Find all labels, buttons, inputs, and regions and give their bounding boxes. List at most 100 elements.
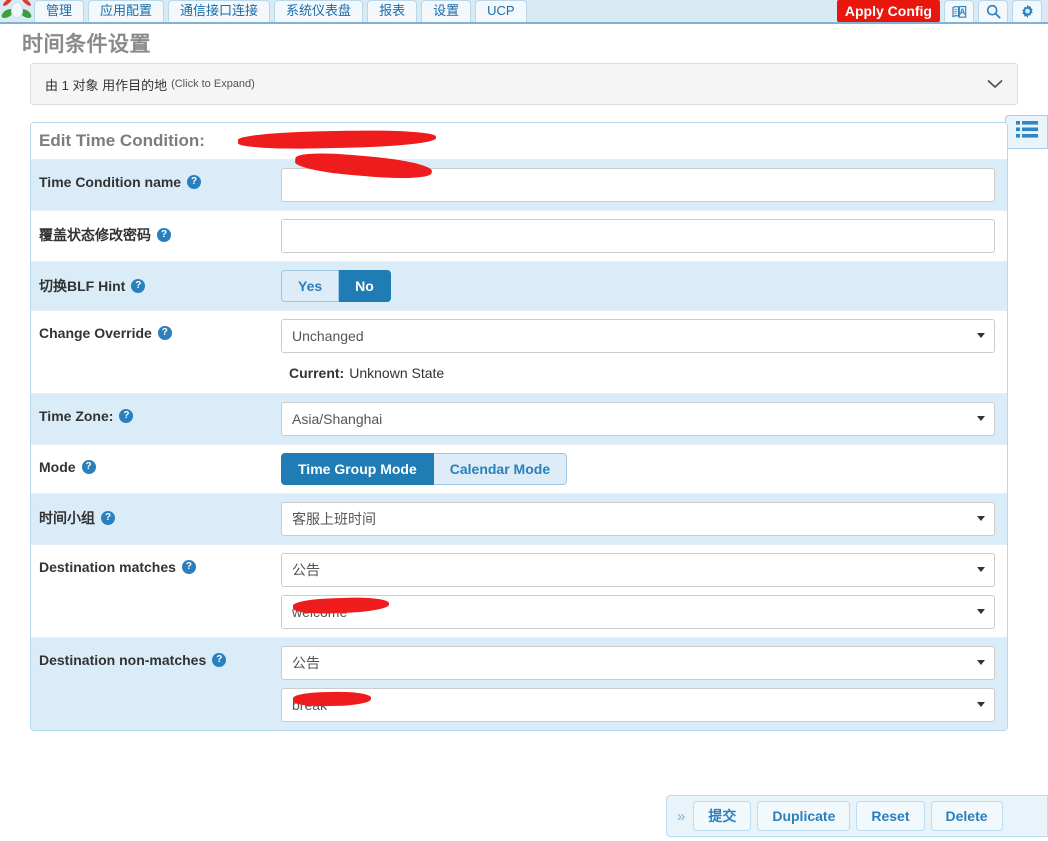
- help-icon[interactable]: ?: [101, 511, 115, 525]
- destination-non-matches-category-select[interactable]: 公告: [281, 646, 995, 680]
- change-override-value: Unchanged: [292, 328, 364, 344]
- destination-matches-category-value: 公告: [292, 562, 320, 578]
- label-text: 时间小组: [39, 510, 95, 526]
- current-state-value: Unknown State: [349, 365, 445, 381]
- freepbx-logo-icon[interactable]: [0, 0, 34, 22]
- settings-button[interactable]: [1012, 0, 1042, 22]
- row-mode: Mode ? Time Group Mode Calendar Mode: [31, 444, 1007, 493]
- destination-non-matches-target-value: break: [292, 697, 328, 713]
- duplicate-button[interactable]: Duplicate: [757, 801, 851, 831]
- delete-button[interactable]: Delete: [930, 801, 1003, 831]
- help-icon[interactable]: ?: [157, 228, 171, 242]
- label-destination-matches: Destination matches ?: [31, 553, 281, 575]
- nav-tab-connectivity[interactable]: 通信接口连接: [168, 0, 271, 22]
- list-icon: [1015, 121, 1038, 143]
- redaction-mark-header: [237, 128, 437, 151]
- help-icon[interactable]: ?: [181, 560, 196, 574]
- panel-header-label: Edit Time Condition:: [39, 131, 205, 150]
- expander-label: 由 1 对象 用作目的地: [45, 77, 168, 93]
- mode-toggle: Time Group Mode Calendar Mode: [281, 453, 995, 485]
- nav-tab-dashboard[interactable]: 系统仪表盘: [274, 0, 364, 22]
- label-text: Time Condition name: [39, 174, 182, 190]
- help-icon[interactable]: ?: [131, 279, 146, 293]
- submit-button[interactable]: 提交: [693, 801, 752, 831]
- label-blf-hint: 切换BLF Hint ?: [31, 270, 281, 296]
- label-text: Change Override: [39, 325, 152, 341]
- label-destination-non-matches: Destination non-matches ?: [31, 646, 281, 668]
- current-state-line: Current: Unknown State: [31, 353, 1007, 393]
- gear-icon: [1020, 4, 1035, 19]
- edit-time-condition-panel: Edit Time Condition: Time Condition name…: [30, 122, 1008, 731]
- label-text: Time Zone:: [39, 408, 114, 424]
- row-override-password: 覆盖状态修改密码 ?: [31, 210, 1007, 261]
- blf-hint-yes-button[interactable]: Yes: [281, 270, 340, 302]
- label-change-override: Change Override ?: [31, 319, 281, 341]
- nav-tabs: 管理 应用配置 通信接口连接 系统仪表盘 报表 设置 UCP: [34, 0, 527, 22]
- page-title: 时间条件设置: [22, 33, 151, 56]
- label-override-password: 覆盖状态修改密码 ?: [31, 219, 281, 245]
- language-translate-icon: A: [951, 5, 967, 19]
- nav-tab-applications[interactable]: 应用配置: [88, 0, 165, 22]
- search-button[interactable]: [978, 0, 1008, 22]
- time-zone-value: Asia/Shanghai: [292, 411, 383, 427]
- nav-tab-reports[interactable]: 报表: [367, 0, 418, 22]
- mode-time-group-button[interactable]: Time Group Mode: [281, 453, 434, 485]
- label-text: Destination non-matches: [39, 652, 207, 668]
- help-icon[interactable]: ?: [81, 460, 96, 474]
- label-text: Destination matches: [39, 559, 176, 575]
- label-time-condition-name: Time Condition name ?: [31, 168, 281, 190]
- label-text: 切换BLF Hint: [39, 278, 126, 294]
- used-as-destination-expander[interactable]: 由 1 对象 用作目的地 (Click to Expand): [30, 63, 1018, 105]
- destination-non-matches-target-select[interactable]: break: [281, 688, 995, 722]
- search-icon: [986, 4, 1001, 19]
- help-icon[interactable]: ?: [212, 653, 227, 667]
- row-change-override: Change Override ? Unchanged: [31, 310, 1007, 353]
- apply-config-button[interactable]: Apply Config: [836, 0, 940, 22]
- chevron-down-icon: [977, 567, 985, 572]
- override-password-input[interactable]: [281, 219, 995, 253]
- list-panel-toggle[interactable]: [996, 115, 1048, 149]
- label-text: Mode: [39, 459, 76, 475]
- expand-actions-icon[interactable]: »: [675, 808, 687, 825]
- chevron-down-icon: [987, 76, 1003, 92]
- row-blf-hint: 切换BLF Hint ? Yes No: [31, 261, 1007, 310]
- destination-non-matches-category-value: 公告: [292, 655, 320, 671]
- label-mode: Mode ?: [31, 453, 281, 475]
- row-destination-non-matches: Destination non-matches ? 公告 break: [31, 637, 1007, 730]
- form-action-bar: » 提交 Duplicate Reset Delete: [666, 795, 1048, 837]
- nav-tab-ucp[interactable]: UCP: [475, 0, 527, 22]
- chevron-down-icon: [977, 333, 985, 338]
- language-translate-button[interactable]: A: [944, 0, 974, 22]
- current-state-label: Current:: [289, 365, 345, 381]
- reset-button[interactable]: Reset: [856, 801, 925, 831]
- help-icon[interactable]: ?: [119, 409, 134, 423]
- time-zone-select[interactable]: Asia/Shanghai: [281, 402, 995, 436]
- time-group-select[interactable]: 客服上班时间: [281, 502, 995, 536]
- chevron-down-icon: [977, 702, 985, 707]
- chevron-down-icon: [977, 609, 985, 614]
- row-time-group: 时间小组 ? 客服上班时间: [31, 493, 1007, 544]
- destination-matches-target-select[interactable]: welcome: [281, 595, 995, 629]
- nav-tab-settings[interactable]: 设置: [421, 0, 472, 22]
- time-group-value: 客服上班时间: [292, 511, 376, 527]
- help-icon[interactable]: ?: [157, 326, 172, 340]
- chevron-down-icon: [977, 660, 985, 665]
- blf-hint-toggle: Yes No: [281, 270, 995, 302]
- destination-matches-category-select[interactable]: 公告: [281, 553, 995, 587]
- nav-tab-admin[interactable]: 管理: [34, 0, 85, 22]
- top-navbar: 管理 应用配置 通信接口连接 系统仪表盘 报表 设置 UCP Apply Con…: [0, 0, 1048, 24]
- time-condition-name-input[interactable]: [281, 168, 995, 202]
- blf-hint-no-button[interactable]: No: [339, 270, 391, 302]
- change-override-select[interactable]: Unchanged: [281, 319, 995, 353]
- chevron-down-icon: [977, 516, 985, 521]
- panel-header: Edit Time Condition:: [31, 123, 1007, 159]
- help-icon[interactable]: ?: [187, 175, 202, 189]
- svg-text:A: A: [959, 7, 965, 16]
- label-text: 覆盖状态修改密码: [39, 227, 151, 243]
- mode-calendar-button[interactable]: Calendar Mode: [433, 453, 568, 485]
- row-destination-matches: Destination matches ? 公告 welcome: [31, 544, 1007, 637]
- expander-hint: (Click to Expand): [171, 78, 255, 90]
- navbar-right-group: Apply Config A: [836, 0, 1048, 22]
- row-time-zone: Time Zone: ? Asia/Shanghai: [31, 393, 1007, 444]
- chevron-down-icon: [977, 416, 985, 421]
